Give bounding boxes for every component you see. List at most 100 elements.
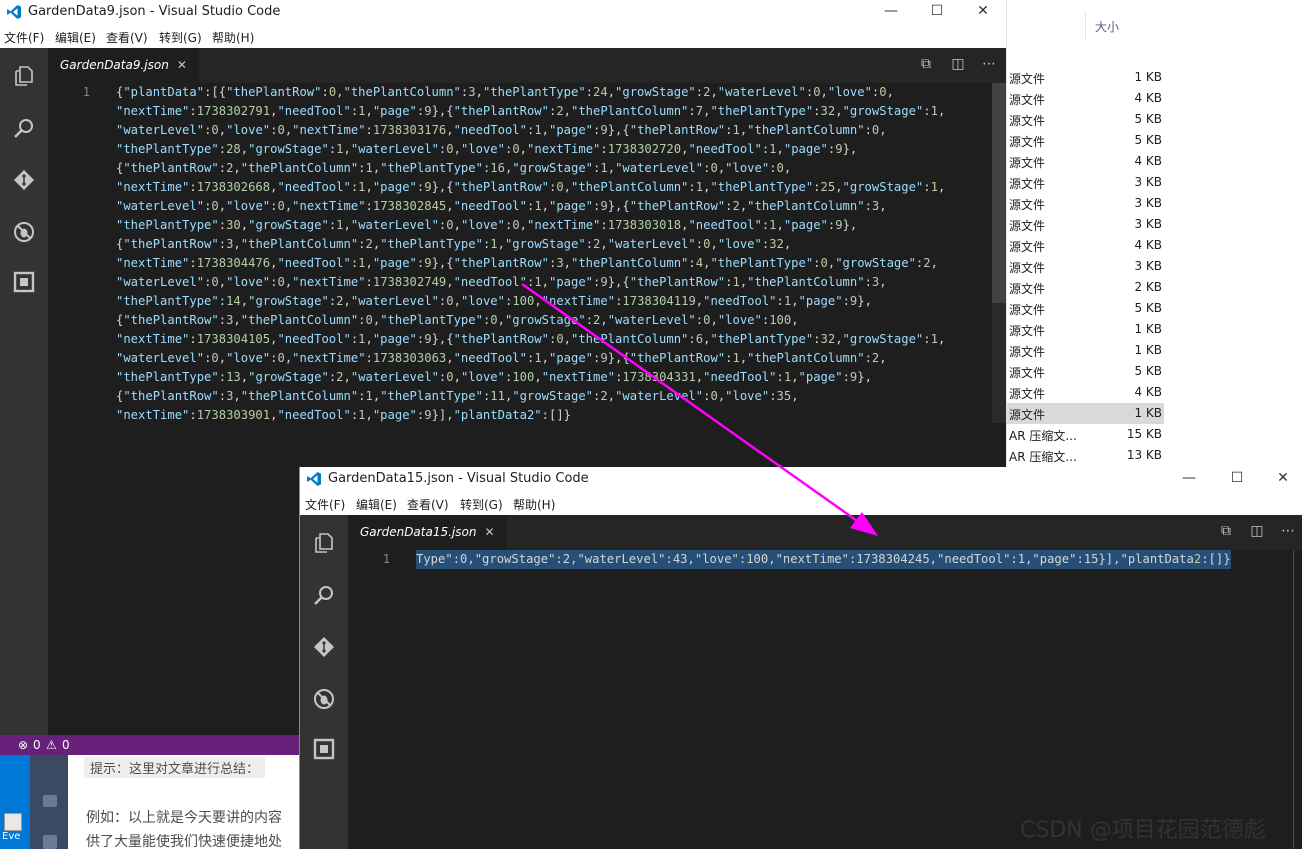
file-size: 5 KB <box>1134 133 1162 147</box>
code-line[interactable]: Type":0,"growStage":2,"waterLevel":43,"l… <box>416 550 1231 569</box>
minimize-button[interactable]: — <box>868 0 914 24</box>
code-line[interactable]: "waterLevel":0,"love":0,"nextTime":17383… <box>116 349 945 368</box>
menu-goto[interactable]: 转到(G) <box>159 29 202 46</box>
split-editor-icon[interactable]: ◫ <box>1247 523 1267 541</box>
maximize-button[interactable]: ☐ <box>914 0 960 24</box>
vertical-scrollbar[interactable] <box>992 83 1006 303</box>
code-editor[interactable]: 1 Type":0,"growStage":2,"waterLevel":43,… <box>348 550 1302 849</box>
shortcut-icon <box>4 813 22 831</box>
file-row[interactable]: 源文件 4 KB <box>1007 235 1164 256</box>
code-line[interactable]: "thePlantType":13,"growStage":2,"waterLe… <box>116 368 945 387</box>
code-line[interactable]: {"plantData":[{"thePlantRow":0,"thePlant… <box>116 83 945 102</box>
open-changes-icon[interactable]: ⧉ <box>1216 523 1236 541</box>
tab-gardendata9[interactable]: GardenData9.json ✕ <box>48 48 199 83</box>
extensions-icon[interactable] <box>312 737 336 761</box>
debug-icon[interactable] <box>12 220 36 244</box>
file-row[interactable]: 源文件 3 KB <box>1007 172 1164 193</box>
file-row[interactable]: 源文件 4 KB <box>1007 88 1164 109</box>
code-line[interactable]: {"thePlantRow":3,"thePlantColumn":1,"the… <box>116 387 945 406</box>
file-row[interactable]: 源文件 5 KB <box>1007 298 1164 319</box>
code-line[interactable]: "waterLevel":0,"love":0,"nextTime":17383… <box>116 121 945 140</box>
file-row[interactable]: 源文件 3 KB <box>1007 214 1164 235</box>
search-icon[interactable] <box>12 116 36 140</box>
file-row[interactable]: 源文件 5 KB <box>1007 361 1164 382</box>
title-bar[interactable]: GardenData15.json - Visual Studio Code —… <box>300 467 1302 491</box>
git-icon[interactable] <box>312 635 336 659</box>
file-row[interactable]: 源文件 3 KB <box>1007 256 1164 277</box>
status-bar: ⊗ 0 ⚠ 0 <box>0 735 300 755</box>
file-row[interactable]: AR 压缩文... 13 KB <box>1007 445 1164 466</box>
file-row[interactable]: 源文件 1 KB <box>1007 67 1164 88</box>
file-row[interactable]: 源文件 5 KB <box>1007 130 1164 151</box>
warning-count[interactable]: 0 <box>62 738 70 752</box>
size-column-header[interactable]: 大小 <box>1095 18 1119 35</box>
file-row[interactable]: 源文件 4 KB <box>1007 382 1164 403</box>
close-button[interactable]: ✕ <box>1260 467 1302 491</box>
error-icon[interactable]: ⊗ <box>18 738 28 752</box>
desktop-shortcut[interactable]: Eve <box>2 813 24 849</box>
tab-gardendata15[interactable]: GardenData15.json ✕ <box>348 515 507 550</box>
file-type: 源文件 <box>1009 366 1046 380</box>
code-line[interactable]: "nextTime":1738304105,"needTool":1,"page… <box>116 330 945 349</box>
file-type: 源文件 <box>1009 345 1046 359</box>
menu-view[interactable]: 查看(V) <box>106 29 148 46</box>
extensions-icon[interactable] <box>12 270 36 294</box>
file-row[interactable]: AR 压缩文... 15 KB <box>1007 424 1164 445</box>
json-code[interactable]: {"plantData":[{"thePlantRow":0,"thePlant… <box>116 83 945 425</box>
file-row[interactable]: 源文件 3 KB <box>1007 193 1164 214</box>
title-bar[interactable]: GardenData9.json - Visual Studio Code — … <box>0 0 1006 24</box>
close-button[interactable]: ✕ <box>960 0 1006 24</box>
search-icon[interactable] <box>312 583 336 607</box>
debug-icon[interactable] <box>312 687 336 711</box>
menu-view[interactable]: 查看(V) <box>407 496 449 513</box>
minimize-button[interactable]: — <box>1166 467 1212 491</box>
explorer-icon[interactable] <box>12 64 36 88</box>
file-row[interactable]: 源文件 1 KB <box>1007 403 1164 424</box>
error-count[interactable]: 0 <box>33 738 41 752</box>
code-line[interactable]: "thePlantType":28,"growStage":1,"waterLe… <box>116 140 945 159</box>
menu-edit[interactable]: 编辑(E) <box>55 29 96 46</box>
warning-icon[interactable]: ⚠ <box>46 738 57 752</box>
open-changes-icon[interactable]: ⧉ <box>916 56 936 74</box>
code-line[interactable]: "nextTime":1738304476,"needTool":1,"page… <box>116 254 945 273</box>
code-line[interactable]: {"thePlantRow":2,"thePlantColumn":1,"the… <box>116 159 945 178</box>
code-line[interactable]: "waterLevel":0,"love":0,"nextTime":17383… <box>116 197 945 216</box>
file-row[interactable]: 源文件 2 KB <box>1007 277 1164 298</box>
code-line[interactable]: "thePlantType":14,"growStage":2,"waterLe… <box>116 292 945 311</box>
menu-goto[interactable]: 转到(G) <box>460 496 503 513</box>
close-tab-icon[interactable]: ✕ <box>484 525 494 539</box>
more-actions-icon[interactable]: ⋯ <box>1278 523 1298 541</box>
file-row[interactable]: 源文件 1 KB <box>1007 319 1164 340</box>
scrollbar-track[interactable] <box>992 303 1006 423</box>
git-icon[interactable] <box>12 168 36 192</box>
split-editor-icon[interactable]: ◫ <box>948 56 968 74</box>
code-line[interactable]: "waterLevel":0,"love":0,"nextTime":17383… <box>116 273 945 292</box>
close-tab-icon[interactable]: ✕ <box>177 58 187 72</box>
code-line[interactable]: "thePlantType":30,"growStage":1,"waterLe… <box>116 216 945 235</box>
column-divider[interactable] <box>1085 12 1086 40</box>
more-actions-icon[interactable]: ⋯ <box>979 56 999 74</box>
vertical-scrollbar[interactable] <box>1293 550 1294 849</box>
bag-icon[interactable] <box>43 835 57 849</box>
vscode-window-gardendata15: GardenData15.json - Visual Studio Code —… <box>299 467 1302 849</box>
explorer-icon[interactable] <box>312 531 336 555</box>
file-row[interactable]: 源文件 5 KB <box>1007 109 1164 130</box>
code-line[interactable]: {"thePlantRow":3,"thePlantColumn":2,"the… <box>116 235 945 254</box>
code-line[interactable]: {"thePlantRow":3,"thePlantColumn":0,"the… <box>116 311 945 330</box>
menu-help[interactable]: 帮助(H) <box>212 29 254 46</box>
blog-paragraph: 例如：以上就是今天要讲的内容 <box>86 810 282 826</box>
file-explorer: 大小 源文件 1 KB 源文件 4 KB 源文件 5 KB 源文件 5 KB 源文件 4 KB 源文… <box>1006 0 1302 470</box>
folder-icon[interactable] <box>43 795 57 807</box>
menu-help[interactable]: 帮助(H) <box>513 496 555 513</box>
code-line[interactable]: "nextTime":1738302791,"needTool":1,"page… <box>116 102 945 121</box>
file-row[interactable]: 源文件 1 KB <box>1007 340 1164 361</box>
menu-file[interactable]: 文件(F) <box>4 29 44 46</box>
menu-file[interactable]: 文件(F) <box>305 496 345 513</box>
selected-json-code[interactable]: Type":0,"growStage":2,"waterLevel":43,"l… <box>416 550 1231 569</box>
code-line[interactable]: "nextTime":1738303901,"needTool":1,"page… <box>116 406 945 425</box>
file-size: 3 KB <box>1134 259 1162 273</box>
menu-edit[interactable]: 编辑(E) <box>356 496 397 513</box>
code-line[interactable]: "nextTime":1738302668,"needTool":1,"page… <box>116 178 945 197</box>
maximize-button[interactable]: ☐ <box>1214 467 1260 491</box>
file-row[interactable]: 源文件 4 KB <box>1007 151 1164 172</box>
